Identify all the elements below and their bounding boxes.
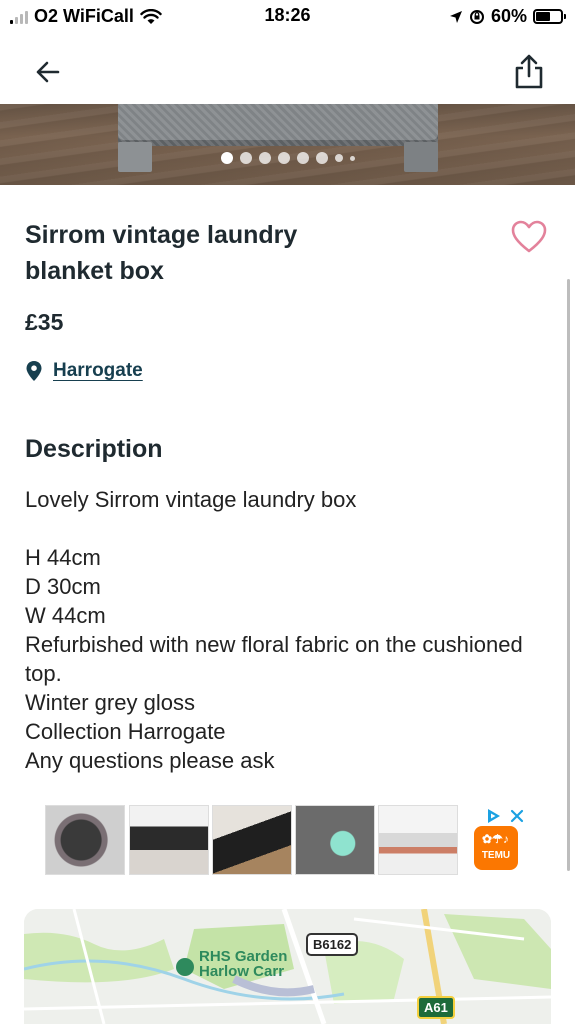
ad-image[interactable] [295, 805, 375, 875]
status-right: 60% [449, 6, 566, 27]
status-bar: O2 WiFiCall 18:26 60% [0, 0, 575, 34]
location-link[interactable]: Harrogate [53, 360, 143, 382]
map-background [24, 909, 551, 1024]
scrollbar[interactable] [567, 279, 570, 871]
temu-brand-label: TEMU [481, 850, 511, 861]
carousel-dot[interactable] [334, 154, 343, 162]
share-icon [515, 54, 543, 89]
carousel-dots[interactable] [0, 152, 575, 164]
ad-image[interactable] [378, 805, 458, 875]
carousel-dot[interactable] [277, 152, 290, 164]
back-button[interactable] [30, 54, 66, 90]
listing-price: £35 [25, 309, 64, 335]
ad-controls [485, 807, 525, 825]
carousel-dot[interactable] [296, 152, 309, 164]
carousel-box-shape [118, 104, 438, 146]
temu-logo[interactable]: ✿☂♪ TEMU [474, 826, 518, 870]
arrow-left-icon [36, 61, 60, 83]
ad-image[interactable] [129, 805, 209, 875]
location-map[interactable]: RHS Garden Harlow Carr B6162 A61 [24, 909, 551, 1024]
carousel-dot[interactable] [315, 152, 328, 164]
location-row: Harrogate [25, 360, 143, 382]
carousel-dot[interactable] [239, 152, 252, 164]
road-label-b6162: B6162 [306, 933, 359, 956]
description-heading: Description [25, 435, 163, 463]
temu-logo-icon: ✿☂♪ [482, 832, 509, 846]
ad-image[interactable] [212, 805, 292, 875]
heart-outline-icon [511, 220, 547, 253]
carousel-dot[interactable] [220, 152, 233, 164]
image-carousel[interactable] [0, 104, 575, 185]
garden-poi-icon [176, 958, 194, 976]
map-pin-icon [26, 361, 42, 381]
listing-title: Sirrom vintage laundry blanket box [25, 221, 298, 285]
share-button[interactable] [511, 52, 547, 92]
carousel-dot[interactable] [258, 152, 271, 164]
battery-percent: 60% [490, 6, 527, 26]
map-place-label: RHS Garden Harlow Carr [199, 948, 288, 980]
close-icon[interactable] [509, 808, 525, 824]
location-arrow-icon [449, 10, 462, 23]
advert-banner[interactable]: ✿☂♪ TEMU [45, 805, 535, 877]
description-body: Lovely Sirrom vintage laundry box H 44cm… [25, 487, 523, 773]
carousel-dot[interactable] [349, 155, 355, 161]
nav-bar [0, 34, 575, 104]
favourite-button[interactable] [510, 219, 548, 255]
orientation-lock-icon [469, 9, 484, 24]
road-label-a61: A61 [417, 996, 455, 1019]
battery-icon [533, 9, 566, 24]
ad-image[interactable] [45, 805, 125, 875]
adchoices-icon[interactable] [485, 807, 503, 825]
battery-fill [536, 12, 551, 21]
